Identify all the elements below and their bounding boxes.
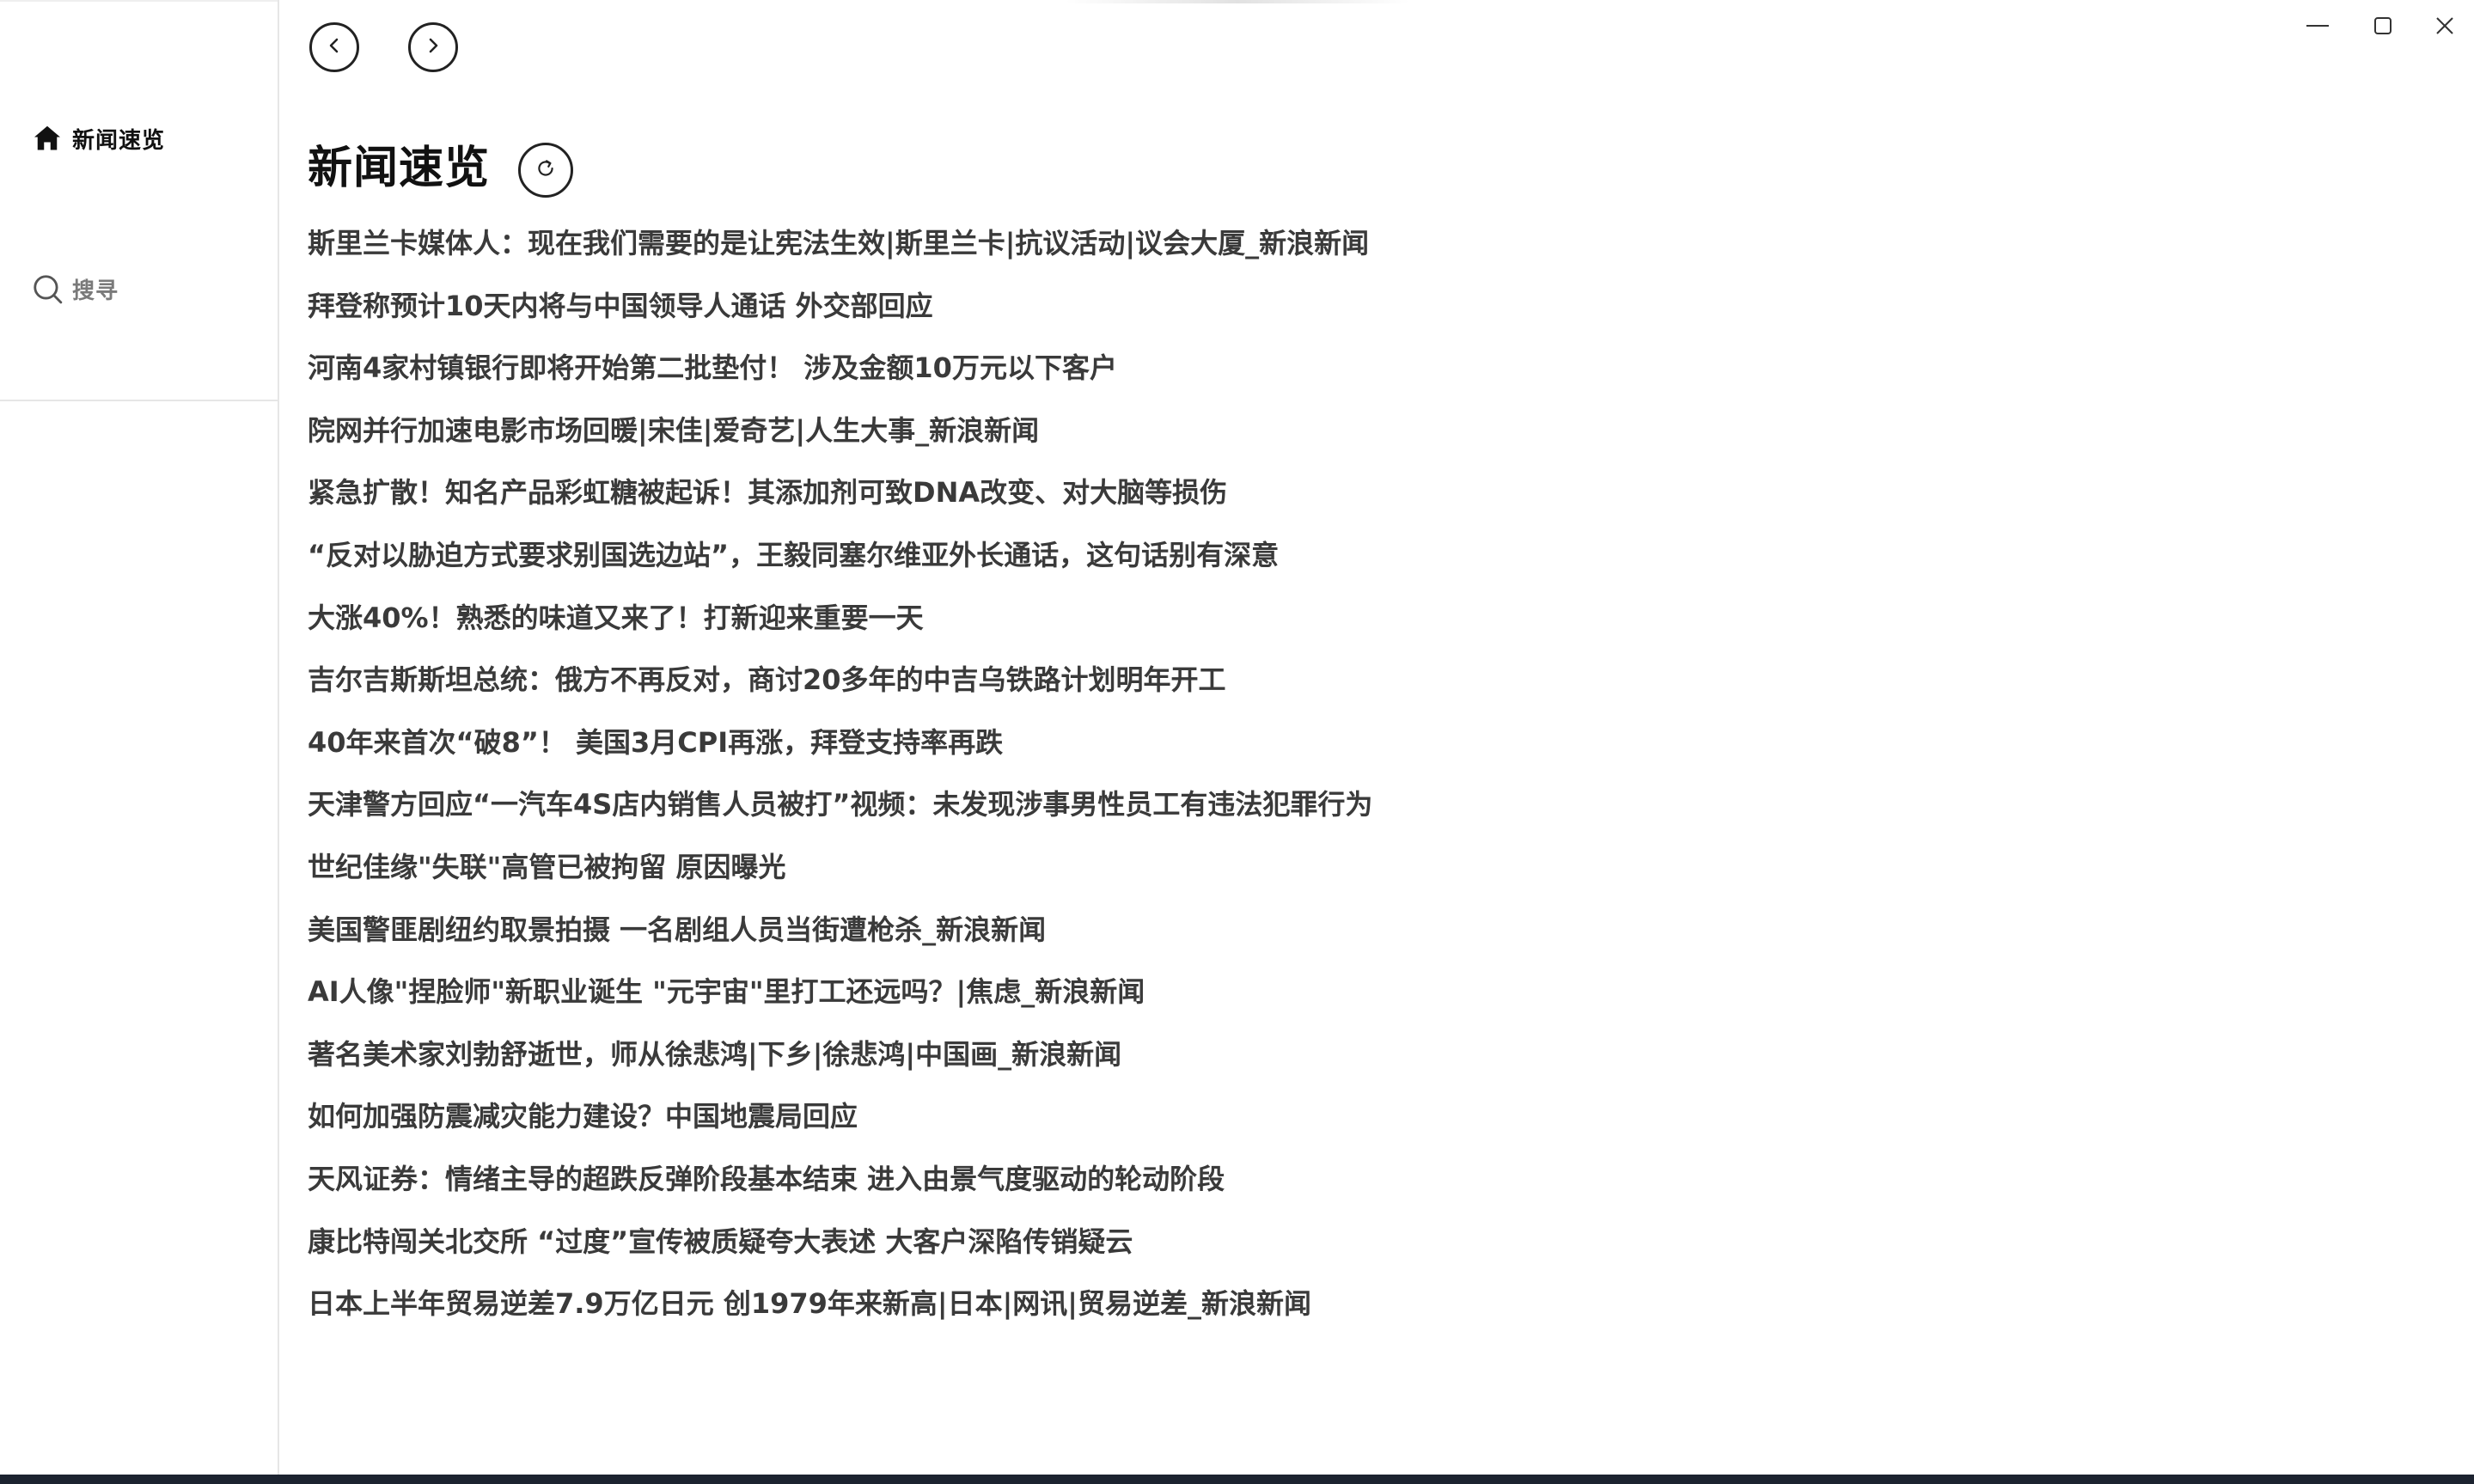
taskbar-strip: [0, 1475, 2474, 1484]
sidebar-item-label: 搜寻: [72, 278, 119, 304]
news-item[interactable]: 院网并行加速电影市场回暖|宋佳|爱奇艺|人生大事_新浪新闻: [308, 406, 1372, 468]
news-item[interactable]: 世纪佳缘"失联"高管已被拘留 原因曝光: [308, 842, 1372, 905]
refresh-icon: [535, 157, 557, 183]
minimize-icon: [2305, 17, 2330, 38]
news-item[interactable]: 大涨40%！熟悉的味道又来了！打新迎来重要一天: [308, 593, 1372, 656]
minimize-button[interactable]: [2292, 10, 2343, 45]
news-item[interactable]: 紧急扩散！知名产品彩虹糖被起诉！其添加剂可致DNA改变、对大脑等损伤: [308, 467, 1372, 530]
news-item[interactable]: 康比特闯关北交所 “过度”宣传被质疑夸大表述 大客户深陷传销疑云: [308, 1217, 1372, 1279]
news-item[interactable]: 拜登称预计10天内将与中国领导人通话 外交部回应: [308, 281, 1372, 344]
news-item[interactable]: 40年来首次“破8”！ 美国3月CPI再涨，拜登支持率再跌: [308, 718, 1372, 780]
news-item[interactable]: 如何加强防震减灾能力建设？中国地震局回应: [308, 1091, 1372, 1154]
sidebar-top-border: [0, 0, 278, 2]
news-item[interactable]: 美国警匪剧纽约取景拍摄 一名剧组人员当街遭枪杀_新浪新闻: [308, 905, 1372, 968]
sidebar-item-label: 新闻速览: [72, 127, 166, 154]
news-item[interactable]: 吉尔吉斯斯坦总统：俄方不再反对，商讨20多年的中吉乌铁路计划明年开工: [308, 655, 1372, 718]
refresh-button[interactable]: [518, 143, 573, 198]
page-title: 新闻速览: [308, 143, 491, 194]
close-button[interactable]: [2419, 10, 2471, 45]
sidebar-item-search[interactable]: 搜寻: [31, 268, 119, 309]
forward-button[interactable]: [408, 22, 458, 72]
news-item[interactable]: “反对以胁迫方式要求别国选边站”，王毅同塞尔维亚外长通话，这句话别有深意: [308, 530, 1372, 593]
search-icon: [31, 272, 64, 305]
sidebar-divider: [0, 400, 278, 401]
close-icon: [2435, 16, 2454, 39]
top-drag-hint: [1066, 0, 1409, 3]
news-item[interactable]: 天风证券：情绪主导的超跌反弹阶段基本结束 进入由景气度驱动的轮动阶段: [308, 1154, 1372, 1217]
sidebar: 新闻速览 搜寻: [0, 0, 279, 1475]
sidebar-item-news[interactable]: 新闻速览: [31, 118, 165, 159]
news-item[interactable]: 日本上半年贸易逆差7.9万亿日元 创1979年来新高|日本|网讯|贸易逆差_新浪…: [308, 1279, 1372, 1341]
news-item[interactable]: 斯里兰卡媒体人：现在我们需要的是让宪法生效|斯里兰卡|抗议活动|议会大厦_新浪新…: [308, 218, 1372, 281]
back-button[interactable]: [309, 22, 359, 72]
news-item[interactable]: AI人像"捏脸师"新职业诞生 "元宇宙"里打工还远吗？|焦虑_新浪新闻: [308, 967, 1372, 1029]
chevron-left-icon: [324, 35, 345, 59]
app-window: 新闻速览 搜寻 新闻速览 斯里兰卡媒体人：现在我们需要的是让宪法生效|斯里兰卡|…: [0, 0, 2474, 1484]
chevron-right-icon: [423, 35, 443, 59]
maximize-icon: [2373, 16, 2392, 39]
maximize-button[interactable]: [2357, 10, 2409, 45]
news-item[interactable]: 天津警方回应“一汽车4S店内销售人员被打”视频：未发现涉事男性员工有违法犯罪行为: [308, 779, 1372, 842]
news-item[interactable]: 河南4家村镇银行即将开始第二批垫付！ 涉及金额10万元以下客户: [308, 343, 1372, 406]
news-list: 斯里兰卡媒体人：现在我们需要的是让宪法生效|斯里兰卡|抗议活动|议会大厦_新浪新…: [308, 218, 1372, 1341]
news-item[interactable]: 著名美术家刘勃舒逝世，师从徐悲鸿|下乡|徐悲鸿|中国画_新浪新闻: [308, 1029, 1372, 1092]
home-icon: [31, 122, 64, 155]
